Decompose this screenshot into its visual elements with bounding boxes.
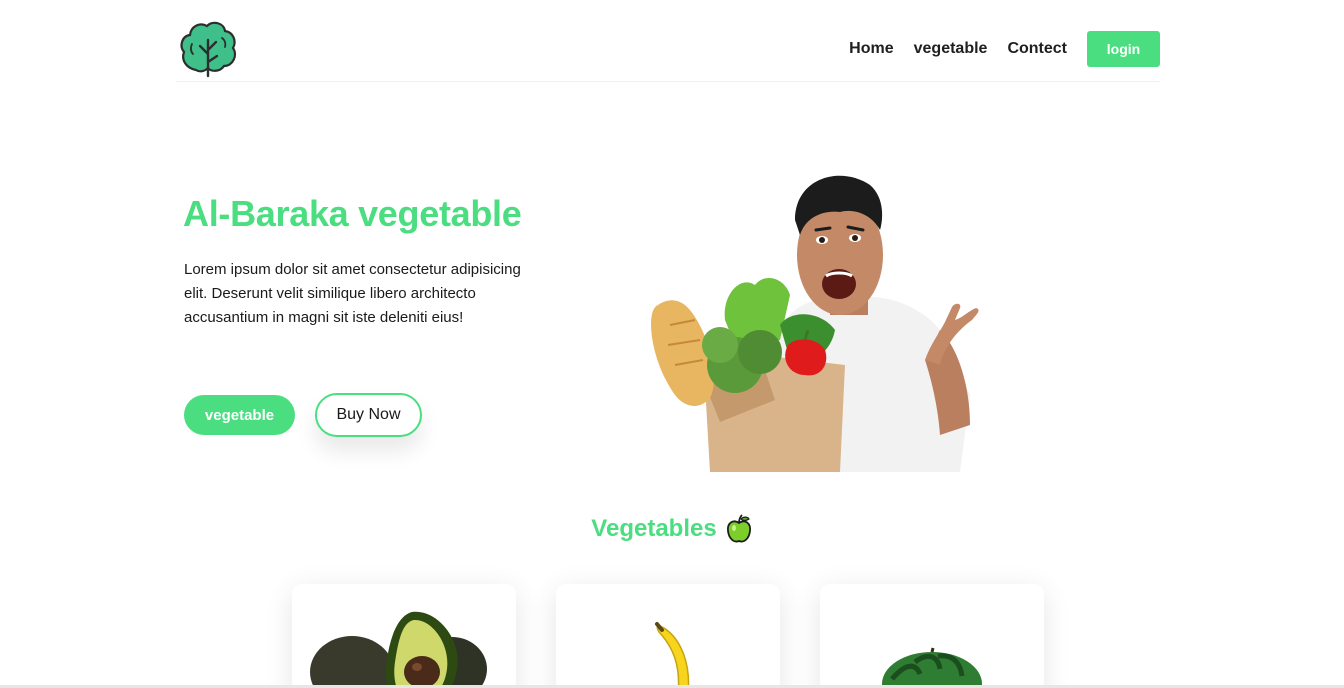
nav-contact-link[interactable]: Contect xyxy=(1007,40,1067,58)
banana-image xyxy=(655,622,690,688)
hero-description: Lorem ipsum dolor sit amet consectetur a… xyxy=(184,261,521,326)
watermelon-image xyxy=(882,647,982,688)
product-card-avocado[interactable] xyxy=(292,584,516,688)
buy-now-button[interactable]: Buy Now xyxy=(315,393,422,437)
avocado-image xyxy=(310,611,487,688)
product-card-watermelon[interactable] xyxy=(820,584,1044,688)
broccoli-logo-icon[interactable] xyxy=(178,20,238,78)
nav-home-link[interactable]: Home xyxy=(849,40,893,58)
nav-vegetable-link[interactable]: vegetable xyxy=(914,40,988,58)
vegetable-button[interactable]: vegetable xyxy=(184,395,295,435)
nav-links: Home vegetable Contect login xyxy=(849,31,1160,67)
product-card-banana[interactable] xyxy=(556,584,780,688)
hero-title: Al-Baraka vegetable xyxy=(183,193,522,234)
navbar: Home vegetable Contect login xyxy=(176,17,1160,82)
section-title: Vegetables xyxy=(591,515,717,542)
man-with-grocery-bag-image xyxy=(651,175,979,472)
green-apple-icon xyxy=(726,514,751,543)
login-button[interactable]: login xyxy=(1087,31,1160,67)
vegetables-section-header: Vegetables xyxy=(0,514,1344,544)
